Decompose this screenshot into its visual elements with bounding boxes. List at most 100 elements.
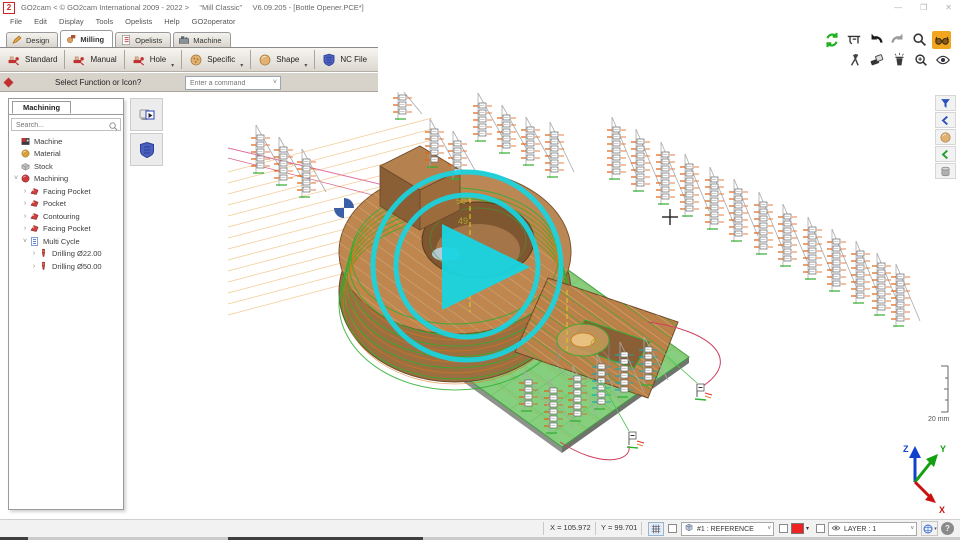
command-input[interactable] — [188, 78, 270, 90]
axis-x-label: X — [939, 505, 945, 515]
tab-machine[interactable]: Machine — [173, 32, 230, 47]
magnifier-button[interactable] — [910, 31, 929, 49]
undo-icon — [868, 32, 884, 48]
toolbar-label: Shape — [276, 55, 299, 64]
scale-ruler: 20 mm — [928, 366, 950, 423]
toolbar-label: Specific — [207, 55, 235, 64]
status-bar: X = 105.972 Y = 99.701 #1 : REFERENCE ˅ … — [0, 519, 960, 537]
toolbar-nc-file-button[interactable]: NC File — [315, 48, 374, 71]
grid-toggle-button[interactable] — [648, 522, 664, 536]
minimize-button[interactable]: — — [894, 3, 902, 12]
app-logo-icon: 2 — [3, 2, 15, 14]
command-bar: Select Function or Icon? ˅ — [0, 73, 378, 92]
tab-opelists[interactable]: Opelists — [115, 32, 171, 47]
color-swatch[interactable] — [791, 523, 804, 534]
chevron-down-icon: ˅ — [767, 526, 771, 532]
layer-eye-icon — [831, 523, 841, 533]
separator — [641, 522, 642, 535]
command-prompt: Select Function or Icon? — [55, 78, 141, 87]
layer-value: LAYER : 1 — [844, 526, 876, 533]
tab-label: Machine — [193, 36, 221, 45]
toolbar-label: NC File — [340, 55, 367, 64]
tab-milling[interactable]: Milling — [60, 30, 113, 47]
x-coordinate: X = 105.972 — [550, 523, 591, 532]
menu-tools[interactable]: Tools — [90, 17, 120, 26]
redo-icon — [890, 32, 906, 48]
clean-button[interactable] — [889, 51, 908, 69]
eraser-icon — [869, 52, 885, 68]
machining-panel-tab[interactable]: Machining — [12, 101, 71, 114]
sync-button[interactable] — [822, 31, 841, 49]
globe-axis-icon — [922, 523, 934, 535]
sphere-holes-icon — [189, 53, 203, 67]
eye-button[interactable] — [933, 51, 952, 69]
chevron-down-icon: ▾ — [240, 62, 243, 69]
chevron-down-icon: ˅ — [273, 79, 277, 86]
window-title: GO2cam < © GO2cam International 2009 - 2… — [21, 3, 364, 12]
restore-button[interactable]: ❐ — [920, 3, 927, 12]
list-icon — [120, 34, 132, 46]
mill-hand-icon — [65, 33, 77, 45]
tab-label: Design — [26, 36, 49, 45]
swatch-dropdown-arrow[interactable]: ▾ — [806, 525, 809, 532]
shield-icon — [322, 53, 336, 67]
help-button[interactable]: ? — [941, 522, 954, 535]
color-checkbox[interactable] — [779, 524, 788, 533]
toolbar-manual-button[interactable]: Manual — [65, 48, 123, 71]
separator — [595, 522, 596, 535]
cube-icon — [684, 523, 694, 535]
tab-label: Opelists — [135, 36, 162, 45]
title-bar: 2 GO2cam < © GO2cam International 2009 -… — [0, 0, 960, 15]
toolbar-hole-button[interactable]: Hole▾ — [125, 48, 181, 71]
menu-opelists[interactable]: Opelists — [119, 17, 158, 26]
zoom-window-icon — [913, 52, 929, 68]
menu-edit[interactable]: Edit — [28, 17, 53, 26]
command-combobox[interactable]: ˅ — [185, 76, 281, 90]
scale-label: 20 mm — [928, 416, 950, 423]
tab-label: Milling — [80, 35, 104, 44]
glasses-button[interactable] — [932, 31, 951, 49]
toolbar-label: Hole — [150, 55, 166, 64]
redo-button[interactable] — [888, 31, 907, 49]
close-button[interactable]: ✕ — [945, 3, 952, 12]
ribbon-tab-strip: Design Milling Opelists Machine — [6, 30, 231, 47]
layer-eye-icon — [831, 523, 841, 535]
chevron-down-icon: ▾ — [934, 526, 937, 532]
crosshair-cursor — [662, 209, 678, 225]
undo-button[interactable] — [866, 31, 885, 49]
depth-label-49: 49 — [458, 216, 468, 226]
measure-button[interactable] — [845, 51, 864, 69]
clamp-icon — [7, 53, 21, 67]
menu-file[interactable]: File — [4, 17, 28, 26]
toolbar-label: Manual — [90, 55, 116, 64]
menu-go2operator[interactable]: GO2operator — [186, 17, 242, 26]
reference-dropdown[interactable]: #1 : REFERENCE ˅ — [681, 522, 774, 536]
viewport-3d[interactable]: 2504920 mmZYX — [0, 92, 960, 518]
y-coordinate: Y = 99.701 — [601, 523, 637, 532]
zoom-window-button[interactable] — [911, 51, 930, 69]
layer-checkbox[interactable] — [816, 524, 825, 533]
tab-design[interactable]: Design — [6, 32, 58, 47]
caliper-button[interactable] — [844, 31, 863, 49]
layer-dropdown[interactable]: LAYER : 1 ˅ — [828, 522, 917, 536]
glasses-icon — [934, 32, 950, 48]
separator — [543, 522, 544, 535]
toolbar-specific-button[interactable]: Specific ▾ — [182, 48, 250, 71]
toolbar-shape-button[interactable]: Shape ▾ — [251, 48, 314, 71]
chevron-down-icon: ▾ — [304, 62, 307, 69]
reference-checkbox[interactable] — [668, 524, 677, 533]
pencil-icon — [11, 34, 23, 46]
eraser-button[interactable] — [867, 51, 886, 69]
menu-help[interactable]: Help — [158, 17, 185, 26]
eye-icon — [935, 52, 951, 68]
view-orientation-button[interactable]: ▾ — [921, 521, 938, 536]
command-prompt-icon — [4, 78, 14, 88]
toolbar-standard-button[interactable]: Standard — [0, 48, 64, 71]
go2cam-window: 2 GO2cam < © GO2cam International 2009 -… — [0, 0, 960, 540]
chevron-down-icon: ˅ — [910, 526, 914, 532]
grid-icon — [650, 523, 662, 535]
machine-block-icon — [178, 34, 190, 46]
axis-z-label: Z — [903, 444, 909, 454]
menu-display[interactable]: Display — [53, 17, 90, 26]
sphere-tan-icon — [258, 53, 272, 67]
